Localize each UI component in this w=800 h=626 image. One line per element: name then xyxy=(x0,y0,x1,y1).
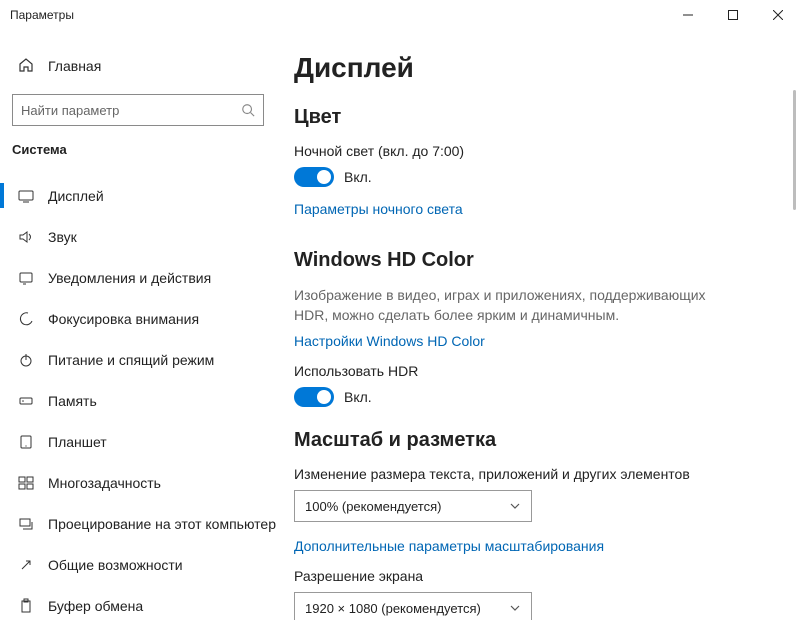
hdcolor-heading: Windows HD Color xyxy=(294,249,764,272)
chevron-down-icon xyxy=(509,500,521,512)
hdr-state: Вкл. xyxy=(344,389,372,405)
power-icon xyxy=(18,352,34,368)
sound-icon xyxy=(18,229,34,245)
color-heading: Цвет xyxy=(294,106,764,129)
sidebar-item-label: Многозадачность xyxy=(48,475,161,491)
sidebar-item-shared[interactable]: Общие возможности xyxy=(0,544,278,585)
multitask-icon xyxy=(18,475,34,491)
sidebar-item-display[interactable]: Дисплей xyxy=(0,175,278,216)
sidebar-item-power[interactable]: Питание и спящий режим xyxy=(0,339,278,380)
main-content: Дисплей Цвет Ночной свет (вкл. до 7:00) … xyxy=(278,30,800,620)
scale-label: Изменение размера текста, приложений и д… xyxy=(294,466,764,482)
use-hdr-label: Использовать HDR xyxy=(294,363,764,379)
sidebar-item-sound[interactable]: Звук xyxy=(0,216,278,257)
sidebar-item-label: Уведомления и действия xyxy=(48,270,211,286)
search-input[interactable] xyxy=(12,94,264,126)
page-title: Дисплей xyxy=(294,52,764,84)
search-icon xyxy=(241,103,255,117)
home-link[interactable]: Главная xyxy=(0,50,278,82)
clipboard-icon xyxy=(18,598,34,614)
home-label: Главная xyxy=(48,58,101,74)
minimize-icon xyxy=(683,10,693,20)
tablet-icon xyxy=(18,434,34,450)
close-button[interactable] xyxy=(755,0,800,30)
nav-list: Дисплей Звук Уведомления и действия Фоку… xyxy=(0,175,278,626)
night-light-settings-link[interactable]: Параметры ночного света xyxy=(294,201,463,217)
hdr-toggle[interactable] xyxy=(294,387,334,407)
advanced-scale-link[interactable]: Дополнительные параметры масштабирования xyxy=(294,538,604,554)
night-light-state: Вкл. xyxy=(344,169,372,185)
night-light-toggle[interactable] xyxy=(294,167,334,187)
night-light-label: Ночной свет (вкл. до 7:00) xyxy=(294,143,764,159)
storage-icon xyxy=(18,393,34,409)
maximize-icon xyxy=(728,10,738,20)
resolution-select[interactable]: 1920 × 1080 (рекомендуется) xyxy=(294,592,532,620)
sidebar-item-label: Буфер обмена xyxy=(48,598,143,614)
sidebar-item-label: Фокусировка внимания xyxy=(48,311,199,327)
sidebar-item-notifications[interactable]: Уведомления и действия xyxy=(0,257,278,298)
sidebar-item-storage[interactable]: Память xyxy=(0,380,278,421)
notifications-icon xyxy=(18,270,34,286)
scrollbar-thumb[interactable] xyxy=(793,90,796,210)
resolution-value: 1920 × 1080 (рекомендуется) xyxy=(305,601,481,616)
sidebar-item-multitask[interactable]: Многозадачность xyxy=(0,462,278,503)
sidebar-item-project[interactable]: Проецирование на этот компьютер xyxy=(0,503,278,544)
scale-value: 100% (рекомендуется) xyxy=(305,499,441,514)
sidebar-item-label: Проецирование на этот компьютер xyxy=(48,516,276,532)
sidebar-item-tablet[interactable]: Планшет xyxy=(0,421,278,462)
maximize-button[interactable] xyxy=(710,0,755,30)
sidebar-item-label: Память xyxy=(48,393,97,409)
scale-heading: Масштаб и разметка xyxy=(294,429,764,452)
project-icon xyxy=(18,516,34,532)
sidebar: Главная Система Дисплей Звук Уведомления… xyxy=(0,30,278,620)
hdcolor-desc: Изображение в видео, играх и приложениях… xyxy=(294,286,734,325)
resolution-label: Разрешение экрана xyxy=(294,568,764,584)
chevron-down-icon xyxy=(509,602,521,614)
titlebar: Параметры xyxy=(0,0,800,30)
search-field[interactable] xyxy=(21,103,241,118)
sidebar-item-label: Планшет xyxy=(48,434,107,450)
sidebar-item-label: Общие возможности xyxy=(48,557,183,573)
minimize-button[interactable] xyxy=(665,0,710,30)
sidebar-item-focus[interactable]: Фокусировка внимания xyxy=(0,298,278,339)
focus-icon xyxy=(18,311,34,327)
close-icon xyxy=(773,10,783,20)
hdcolor-link[interactable]: Настройки Windows HD Color xyxy=(294,333,485,349)
display-icon xyxy=(18,188,34,204)
sidebar-item-label: Звук xyxy=(48,229,77,245)
sidebar-item-label: Питание и спящий режим xyxy=(48,352,214,368)
window-title: Параметры xyxy=(10,8,74,22)
home-icon xyxy=(18,57,34,76)
sidebar-item-label: Дисплей xyxy=(48,188,104,204)
scale-select[interactable]: 100% (рекомендуется) xyxy=(294,490,532,522)
section-heading: Система xyxy=(0,142,278,157)
shared-icon xyxy=(18,557,34,573)
